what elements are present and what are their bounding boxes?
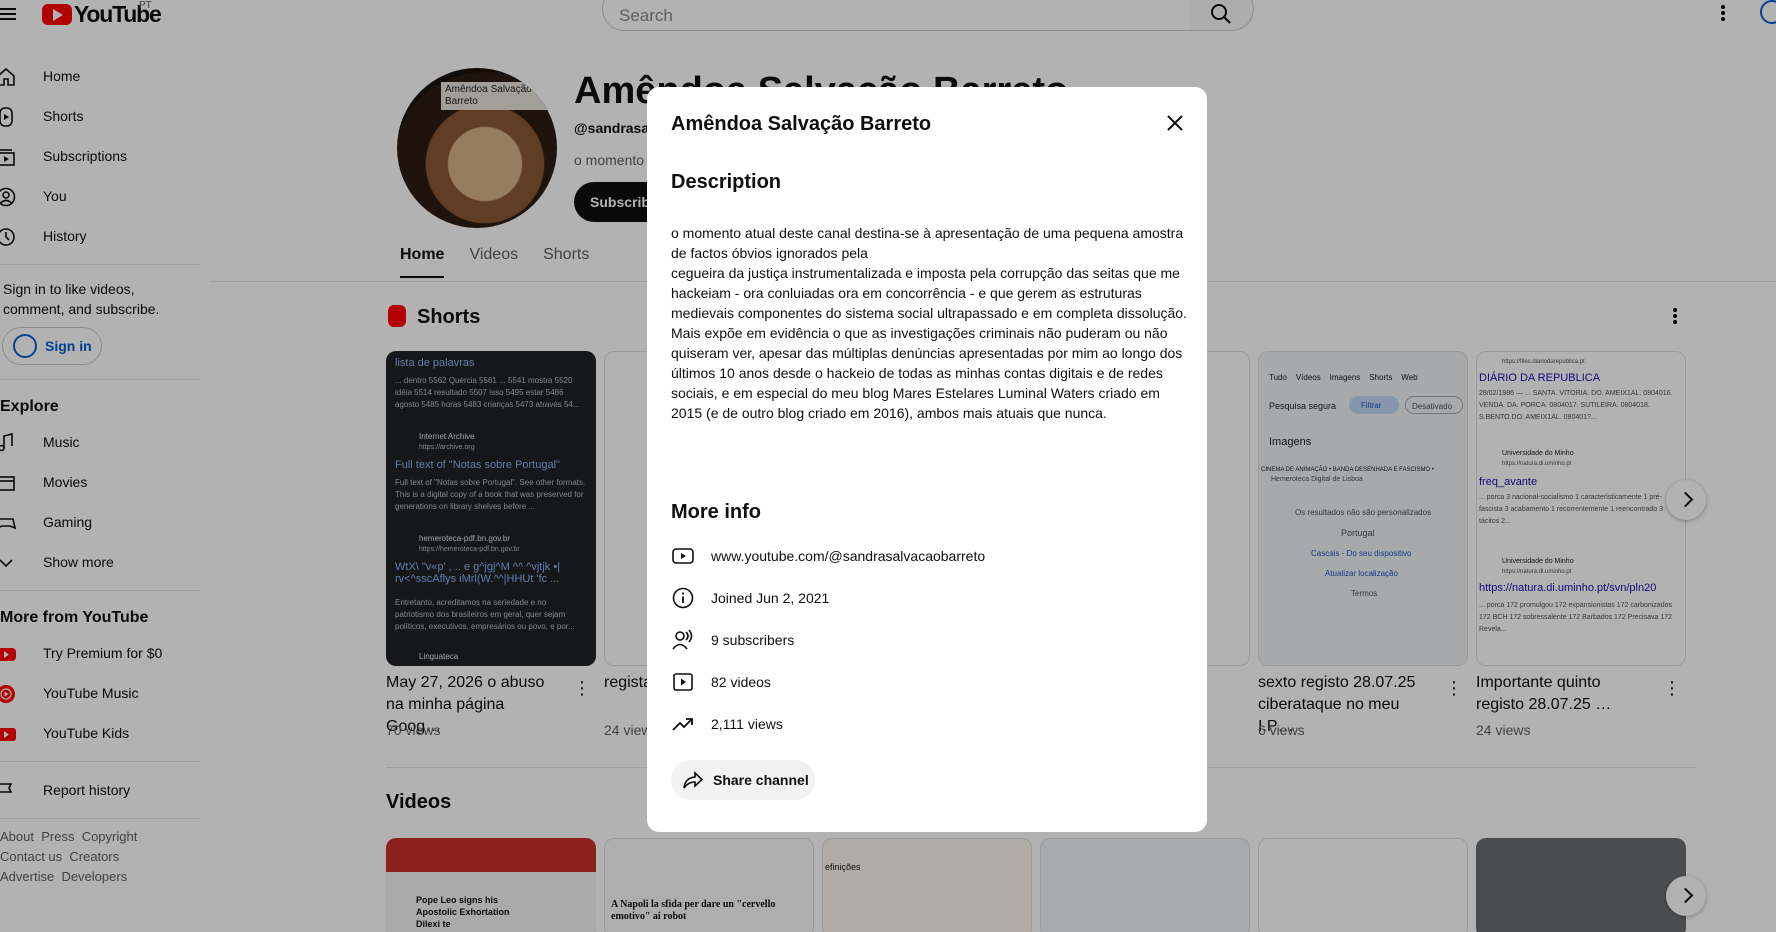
info-row-views: 2,111 views: [671, 712, 783, 736]
joined-date: Joined Jun 2, 2021: [711, 590, 830, 606]
info-row-videos: 82 videos: [671, 670, 771, 694]
about-dialog: Amêndoa Salvação Barreto Description o m…: [647, 87, 1207, 832]
video-count: 82 videos: [711, 674, 771, 690]
share-channel-label: Share channel: [713, 772, 809, 788]
subscribers-icon: [672, 629, 693, 650]
more-info-heading: More info: [671, 501, 761, 523]
channel-url[interactable]: www.youtube.com/@sandrasalvacaobarreto: [711, 548, 985, 564]
close-icon[interactable]: [1163, 111, 1187, 135]
info-row-link: www.youtube.com/@sandrasalvacaobarreto: [671, 544, 985, 568]
info-row-joined: Joined Jun 2, 2021: [671, 586, 829, 610]
channel-description: o momento atual deste canal destina-se à…: [671, 225, 1187, 421]
link-icon: [672, 548, 694, 564]
view-count: 2,111 views: [711, 716, 783, 732]
youtube-channel-page: YouTube PT Search Home Shorts Subscripti…: [0, 0, 1776, 932]
dialog-title: Amêndoa Salvação Barreto: [671, 113, 932, 135]
trending-icon: [672, 718, 693, 731]
info-icon: [672, 587, 694, 609]
description-heading: Description: [671, 171, 782, 193]
subscriber-count: 9 subscribers: [711, 632, 795, 648]
share-icon: [683, 771, 704, 789]
share-channel-button[interactable]: Share channel: [671, 760, 815, 800]
info-row-subscribers: 9 subscribers: [671, 628, 794, 652]
videos-icon: [673, 673, 693, 691]
